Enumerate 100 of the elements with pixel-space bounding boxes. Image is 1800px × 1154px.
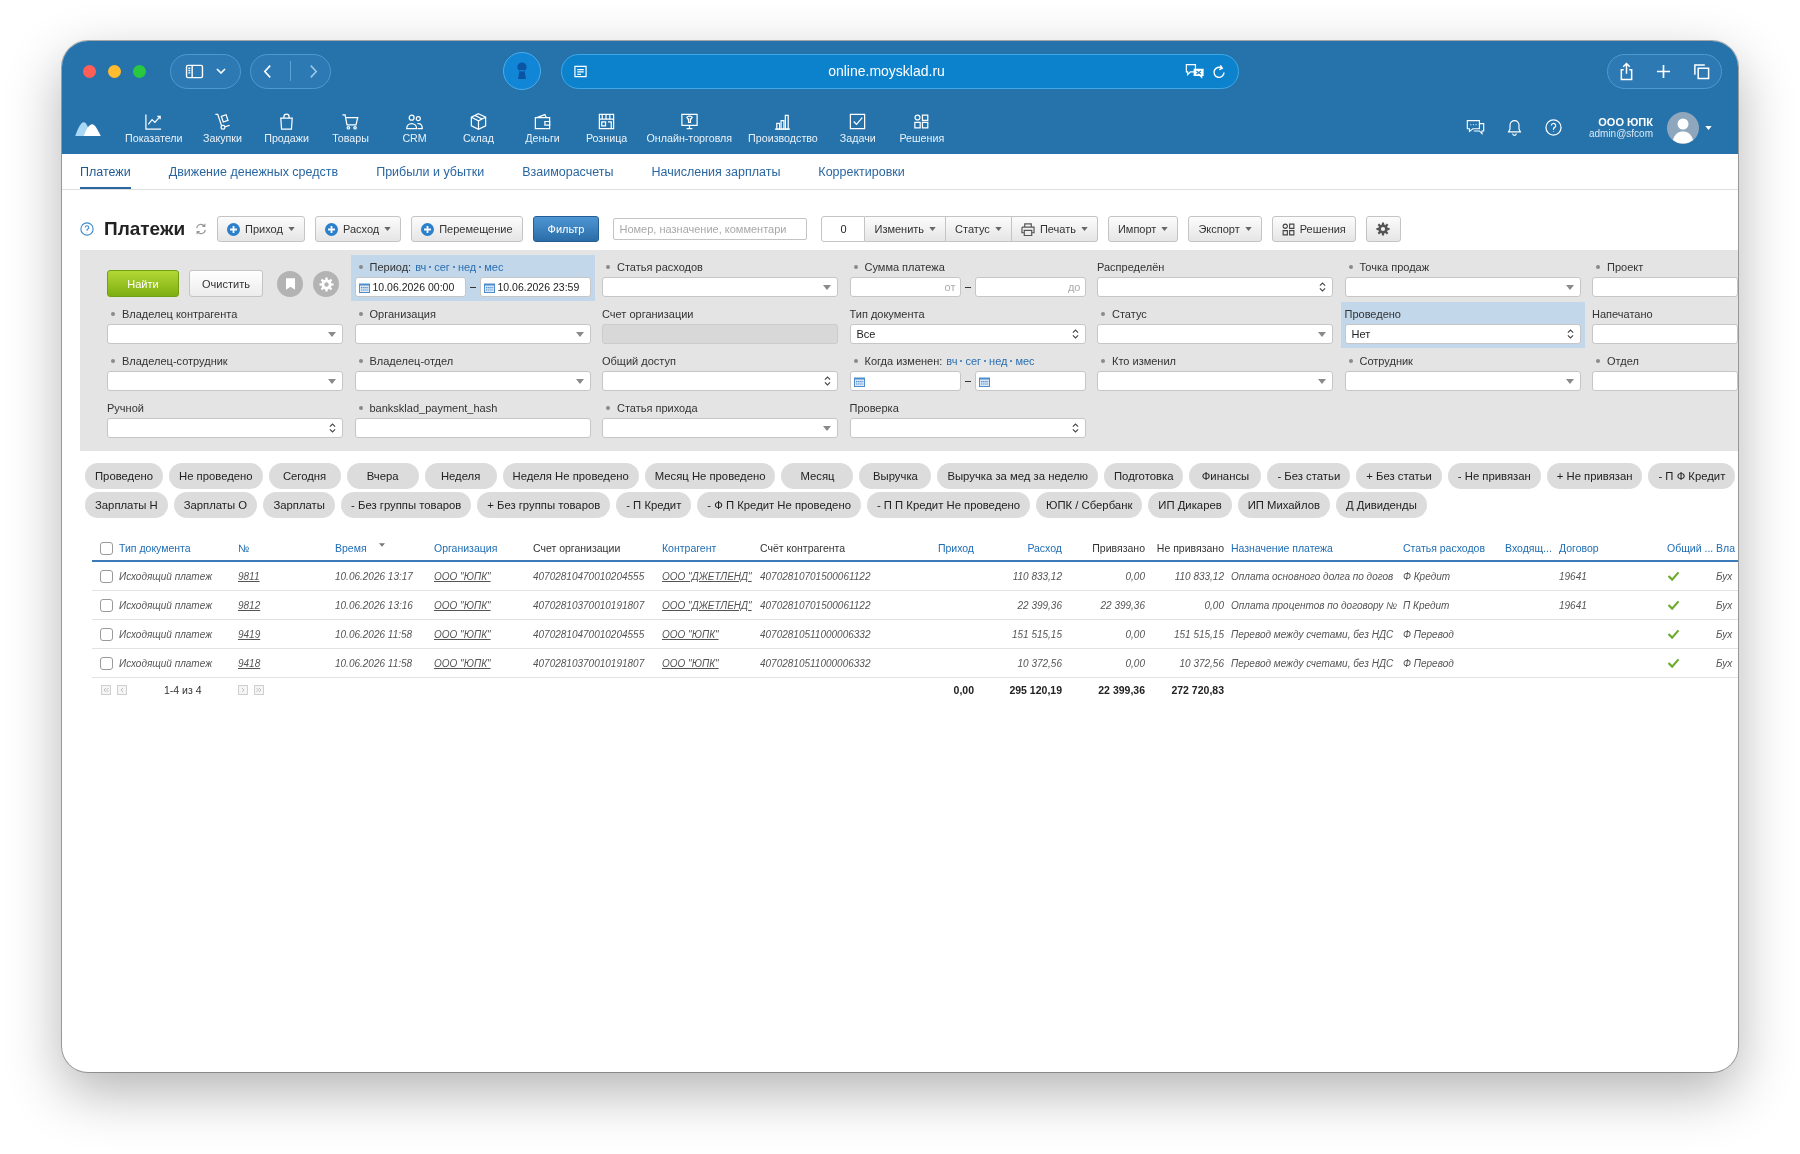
company-name[interactable]: ООО ЮПК	[1598, 115, 1653, 128]
column-header[interactable]: Договор	[1559, 542, 1599, 554]
table-link[interactable]: ООО "ЮПК"	[434, 657, 491, 669]
dropdown-field[interactable]	[1344, 371, 1581, 391]
nav-item[interactable]: Продажи	[258, 111, 315, 144]
checkbox[interactable]	[100, 569, 113, 583]
column-header[interactable]: Тип документа	[119, 542, 191, 554]
filter-chip[interactable]: + Не привязан	[1546, 463, 1643, 489]
nav-item[interactable]: Задачи	[829, 111, 886, 144]
nav-item[interactable]: Товары	[322, 111, 379, 144]
text-field[interactable]	[1592, 277, 1738, 297]
column-header[interactable]: Организация	[434, 542, 498, 554]
nav-item[interactable]: CRM	[386, 111, 443, 144]
tab[interactable]: Движение денежных средств	[168, 154, 339, 189]
chat-icon[interactable]	[1465, 119, 1485, 136]
dropdown-field[interactable]	[602, 418, 838, 438]
filter-chip[interactable]: Неделя	[424, 463, 497, 489]
first-page-button[interactable]	[101, 685, 111, 695]
last-page-button[interactable]	[253, 685, 264, 695]
select-field[interactable]	[107, 418, 343, 438]
caret-icon[interactable]	[1705, 125, 1712, 130]
toolbar-button[interactable]: Расход	[314, 216, 402, 242]
column-header[interactable]: Входящ...	[1505, 542, 1552, 554]
bookmark-button[interactable]	[277, 271, 303, 297]
checkbox[interactable]	[100, 598, 113, 612]
filter-chip[interactable]: Сегодня	[268, 463, 341, 489]
filter-chip[interactable]: Не проведено	[169, 463, 263, 489]
settings-button[interactable]	[1365, 216, 1401, 242]
checkbox[interactable]	[100, 541, 113, 555]
toolbar-button[interactable]: Решения	[1271, 216, 1356, 242]
filter-chip[interactable]: - Без статьи	[1267, 463, 1351, 489]
tab[interactable]: Начисления зарплаты	[651, 154, 781, 189]
column-header[interactable]: Общий ...	[1667, 542, 1714, 554]
zoom-button[interactable]	[133, 64, 146, 78]
select-field[interactable]	[849, 418, 1086, 438]
minimize-button[interactable]	[108, 64, 121, 78]
column-header[interactable]: №	[238, 542, 250, 554]
filter-chip[interactable]: - П Ф Кредит	[1648, 463, 1736, 489]
address-bar[interactable]: online.moysklad.ru	[561, 53, 1239, 89]
dropdown-field[interactable]	[1097, 371, 1333, 391]
tab[interactable]: Прибыли и убытки	[376, 154, 485, 189]
input-field[interactable]: до	[974, 277, 1086, 297]
dropdown-field[interactable]	[1344, 277, 1581, 297]
avatar-icon[interactable]	[1667, 111, 1699, 144]
toolbar-button[interactable]: Печать	[1011, 216, 1098, 242]
date-field[interactable]: 10.06.2026 23:59	[479, 277, 591, 297]
select-field[interactable]	[1097, 277, 1333, 297]
period-link[interactable]: сег	[965, 354, 982, 367]
table-link[interactable]: ООО "ЮПК"	[662, 657, 719, 669]
text-field[interactable]	[1592, 324, 1738, 344]
table-link[interactable]: ООО "ЮПК"	[434, 628, 491, 640]
toolbar-button[interactable]: Перемещение	[411, 216, 523, 242]
dropdown-field[interactable]	[107, 324, 343, 344]
filter-chip[interactable]: - П Кредит	[616, 492, 692, 518]
period-link[interactable]: мес	[484, 260, 504, 273]
select-field[interactable]: Все	[849, 324, 1086, 344]
filter-chip[interactable]: Неделя Не проведено	[502, 463, 639, 489]
tab[interactable]: Взаиморасчеты	[522, 154, 614, 189]
date-field[interactable]	[974, 371, 1086, 391]
help-icon[interactable]	[80, 222, 94, 236]
table-link[interactable]: 9812	[238, 599, 261, 611]
period-link[interactable]: нед	[457, 260, 477, 273]
previous-page-button[interactable]	[117, 685, 127, 695]
filter-chip[interactable]: - Не привязан	[1447, 463, 1541, 489]
nav-item[interactable]: Онлайн-торговля	[642, 111, 737, 144]
input-field[interactable]: от	[849, 277, 961, 297]
filter-chip[interactable]: Вчера	[346, 463, 419, 489]
period-link[interactable]: вч	[415, 260, 427, 273]
column-header[interactable]: Приход	[937, 542, 974, 554]
filter-chip[interactable]: - Без группы товаров	[341, 492, 472, 518]
logo-icon[interactable]	[75, 119, 101, 136]
table-link[interactable]: ООО "ДЖЕТЛЕНД"	[662, 599, 752, 611]
filter-chip[interactable]: Выручка	[859, 463, 932, 489]
dropdown-field[interactable]	[1097, 324, 1333, 344]
dropdown-field[interactable]	[107, 371, 343, 391]
filter-chip[interactable]: Подготовка	[1104, 463, 1184, 489]
date-field[interactable]	[849, 371, 961, 391]
tab[interactable]: Корректировки	[818, 154, 905, 189]
column-header[interactable]: Контрагент	[662, 542, 717, 554]
table-link[interactable]: ООО "ДЖЕТЛЕНД"	[662, 570, 752, 582]
filter-chip[interactable]: Месяц	[781, 463, 854, 489]
period-link[interactable]: вч	[946, 354, 958, 367]
filter-chip[interactable]: Месяц Не проведено	[644, 463, 776, 489]
close-button[interactable]	[83, 64, 96, 78]
filter-chip[interactable]: + Без статьи	[1356, 463, 1442, 489]
dropdown-field[interactable]	[354, 371, 591, 391]
filter-chip[interactable]: Зарплаты	[263, 492, 336, 518]
table-link[interactable]: 9811	[238, 570, 260, 582]
filter-chip[interactable]: Д Дивиденды	[1335, 492, 1427, 518]
sidebar-button[interactable]	[170, 53, 241, 89]
filter-chip[interactable]: Финансы	[1189, 463, 1262, 489]
column-header[interactable]: Вла	[1716, 542, 1735, 554]
select-field[interactable]: Нет	[1344, 324, 1581, 344]
toolbar-button[interactable]: Фильтр	[532, 216, 600, 242]
column-header[interactable]: Статья расходов	[1403, 542, 1485, 554]
filter-chip[interactable]: - П П Кредит Не проведено	[866, 492, 1031, 518]
nav-item[interactable]: Розница	[578, 111, 635, 144]
column-header[interactable]: Время	[335, 542, 367, 554]
period-link[interactable]: сег	[434, 260, 450, 273]
tab[interactable]: Платежи	[80, 154, 131, 189]
